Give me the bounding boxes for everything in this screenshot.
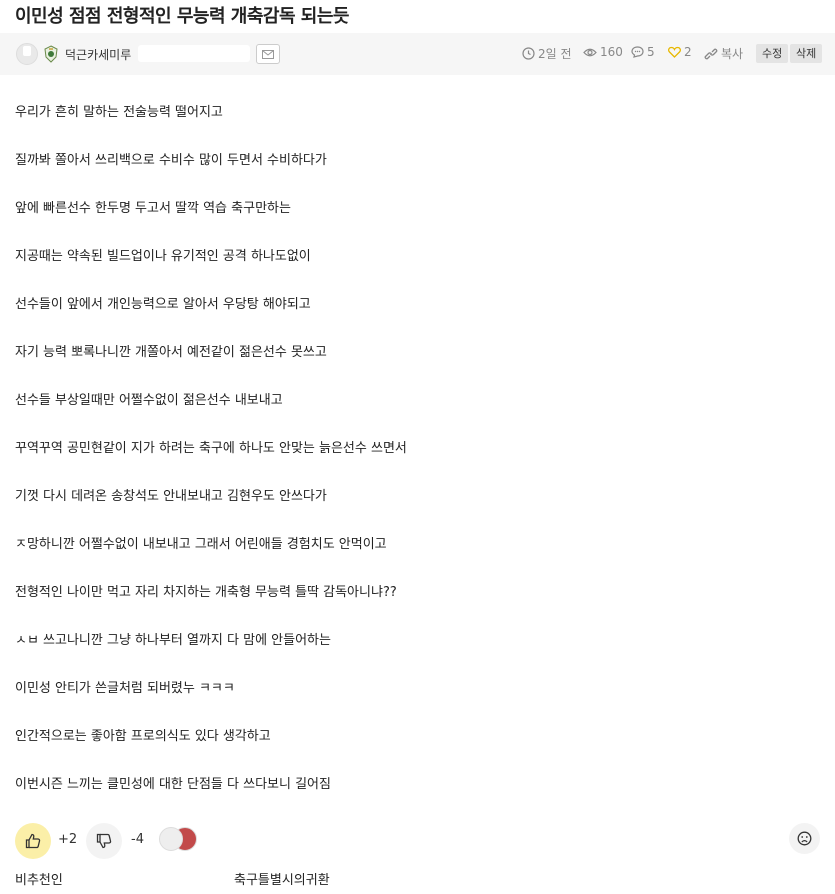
copy-link-button[interactable]: 복사 [704,45,743,62]
body-line: 이민성 안티가 쓴글처럼 되버렸누 ㅋㅋㅋ [15,681,235,696]
body-line: ㅈ망하니깐 어쩔수없이 내보내고 그래서 어린애들 경험치도 안먹이고 [15,537,387,552]
copy-text: 복사 [721,47,744,61]
comment-icon [631,46,644,58]
body-line: 선수들이 앞에서 개인능력으로 알아서 우당탕 해야되고 [15,297,311,312]
link-icon [704,48,718,59]
post-title: 이민성 점점 전형적인 무능력 개축감독 되는듯 [15,6,349,27]
thumbs-up-icon [25,833,41,849]
body-line: 이번시즌 느끼는 클민성에 대한 단점들 다 쓰다보니 길어짐 [15,777,331,792]
message-button[interactable] [256,44,280,64]
body-line: 질까봐 쫄아서 쓰리백으로 수비수 많이 두면서 수비하다가 [15,153,327,168]
thumbs-down-icon [96,833,112,849]
vote-area: +2 -4 [15,823,820,859]
delete-button[interactable]: 삭제 [790,44,823,63]
view-count: 160 [583,45,623,59]
body-line: 자기 능력 뽀록나니깐 개쫄아서 예전같이 젊은선수 못쓰고 [15,345,327,360]
downvote-button[interactable] [86,823,122,859]
author-avatar[interactable] [16,43,38,65]
body-line: 기껏 다시 데려온 송창석도 안내보내고 김현우도 안쓰다가 [15,489,327,504]
sad-face-icon [797,831,812,846]
post-meta-bar: 덕근카세미루 2일 전 160 5 2 복사 수정 삭제 [0,33,835,75]
club-badge-icon [44,45,58,63]
comments-text: 5 [647,45,655,59]
likes-text: 2 [684,45,692,59]
views-text: 160 [600,45,623,59]
body-line: ㅅㅂ 쓰고나니깐 그냥 하나부터 열까지 다 맘에 안들어하는 [15,633,331,648]
like-count: 2 [668,45,692,59]
author-nickname[interactable]: 덕근카세미루 [65,46,131,63]
body-line: 인간적으로는 좋아함 프로의식도 있다 생각하고 [15,729,271,744]
dislike-reaction-button[interactable] [789,823,820,854]
edit-button[interactable]: 수정 [756,44,789,63]
envelope-icon [262,49,274,59]
heart-icon [668,46,681,58]
upvote-count: +2 [58,832,78,847]
body-line: 지공때는 약속된 빌드업이나 유기적인 공격 하나도없이 [15,249,311,264]
body-line: 선수들 부상일때만 어쩔수없이 젊은선수 내보내고 [15,393,283,408]
comment-count[interactable]: 5 [631,45,655,59]
redacted-area [138,45,250,62]
voter-name[interactable]: 축구틀별시의귀환 [234,869,330,888]
post-body: 우리가 흔히 말하는 전술능력 떨어지고 질까봐 쫄아서 쓰리백으로 수비수 많… [15,104,815,824]
body-line: 우리가 흔히 말하는 전술능력 떨어지고 [15,105,223,120]
eye-icon [583,48,597,56]
body-line: 앞에 빠른선수 한두명 두고서 딸깍 역습 축구만하는 [15,201,291,216]
clock-icon [522,47,535,60]
time-text: 2일 전 [538,47,572,61]
upvote-button[interactable] [15,823,51,859]
post-time: 2일 전 [522,45,572,62]
voter-avatar[interactable] [159,827,183,851]
body-line: 꾸역꾸역 공민현같이 지가 하려는 축구에 하나도 안맞는 늙은선수 쓰면서 [15,441,407,456]
body-line: 전형적인 나이만 먹고 자리 차지하는 개축형 무능력 틀딱 감독아니냐?? [15,585,397,600]
downvote-count: -4 [131,832,144,847]
voter-name[interactable]: 비추천인 [15,869,63,888]
